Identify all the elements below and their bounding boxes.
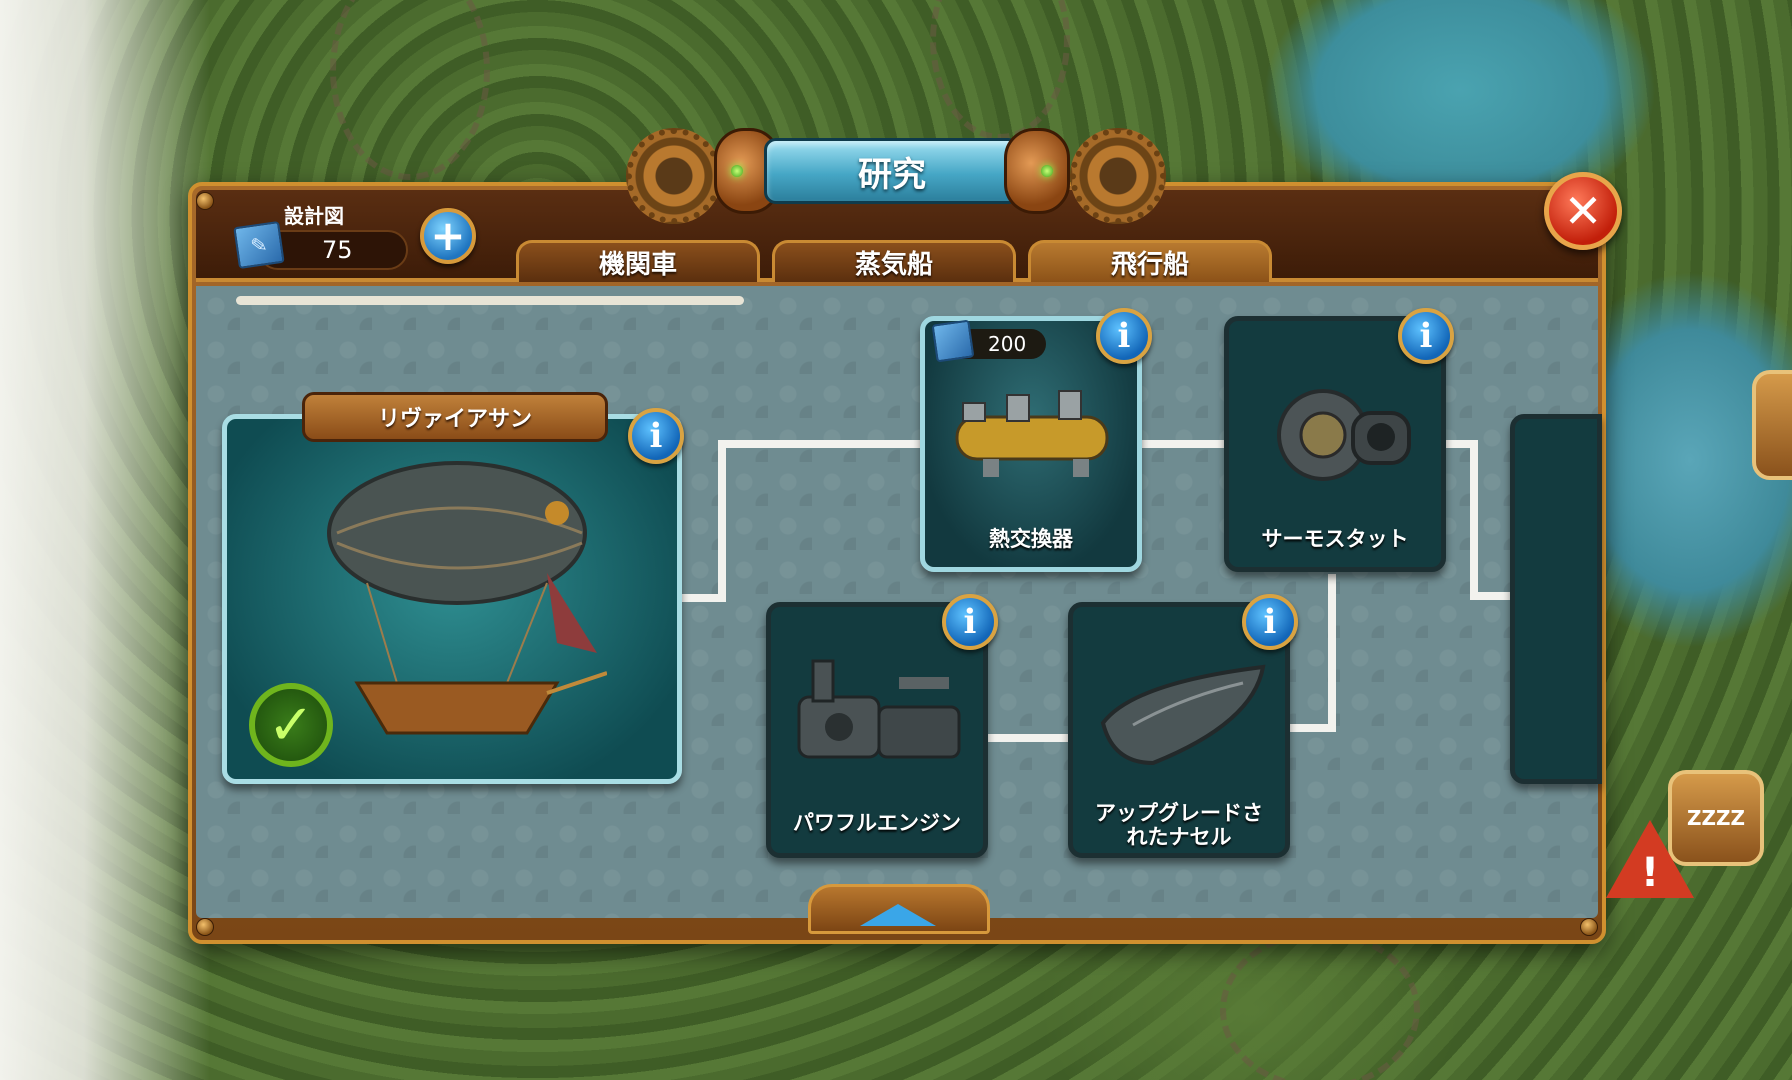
close-button[interactable]: ✕ [1544,172,1622,250]
page-title: 研究 [764,138,1020,204]
rivet [196,918,214,936]
arrow-up-icon [860,904,936,926]
node-label: 熱交換器 [989,527,1073,551]
fog-of-war [0,0,210,1080]
item-name-plate: リヴァイアサン [302,392,608,442]
info-button[interactable]: i [942,594,998,650]
blueprint-icon: ✎ [233,221,285,269]
side-menu-button[interactable] [1752,370,1792,480]
heat-exchanger-icon [955,390,1109,477]
tree-connector [1328,574,1336,732]
blueprint-label: 設計図 [284,204,344,228]
add-blueprint-button[interactable]: + [420,208,476,264]
tab-steamship[interactable]: 蒸気船 [772,240,1016,282]
blueprint-icon [931,319,975,363]
horizontal-scrollbar[interactable] [236,296,744,305]
title-cap-right [1004,128,1070,214]
indicator-light-icon [1041,165,1053,177]
nacelle-icon [1100,664,1266,766]
railway-track [1220,930,1420,1080]
rivet [1580,918,1598,936]
node-label: パワフルエンジン [793,811,961,835]
tree-connector [718,440,726,602]
tree-connector [988,734,1070,742]
airship-icon [327,461,607,735]
info-button[interactable]: i [628,408,684,464]
completed-check-icon: ✓ [249,683,333,767]
gear-icon [626,128,722,224]
tab-label: 飛行船 [1110,250,1189,280]
tree-connector [1470,592,1514,600]
tab-locomotive[interactable]: 機関車 [516,240,760,282]
sleep-icon: ZZZZ [1686,806,1745,830]
node-label: アップグレードされたナセル [1095,801,1263,850]
node-label: サーモスタット [1261,527,1409,551]
engine-icon [797,659,961,759]
tree-connector [1470,440,1478,600]
warning-mark: ! [1640,850,1660,896]
tab-label: 機関車 [598,250,677,280]
title-plaque: 研究 [714,128,1070,214]
indicator-light-icon [731,165,743,177]
info-button[interactable]: i [1398,308,1454,364]
info-button[interactable]: i [1242,594,1298,650]
tree-connector [1140,440,1226,448]
tab-airship[interactable]: 飛行船 [1028,240,1272,282]
rivet [196,192,214,210]
info-button[interactable]: i [1096,308,1152,364]
tab-label: 蒸気船 [854,250,933,280]
tree-connector [718,440,926,448]
research-card-locked[interactable] [1510,414,1602,784]
gear-icon [1070,128,1166,224]
thermostat-icon [1277,389,1411,481]
research-card-leviathan[interactable]: ✓ [222,414,682,784]
